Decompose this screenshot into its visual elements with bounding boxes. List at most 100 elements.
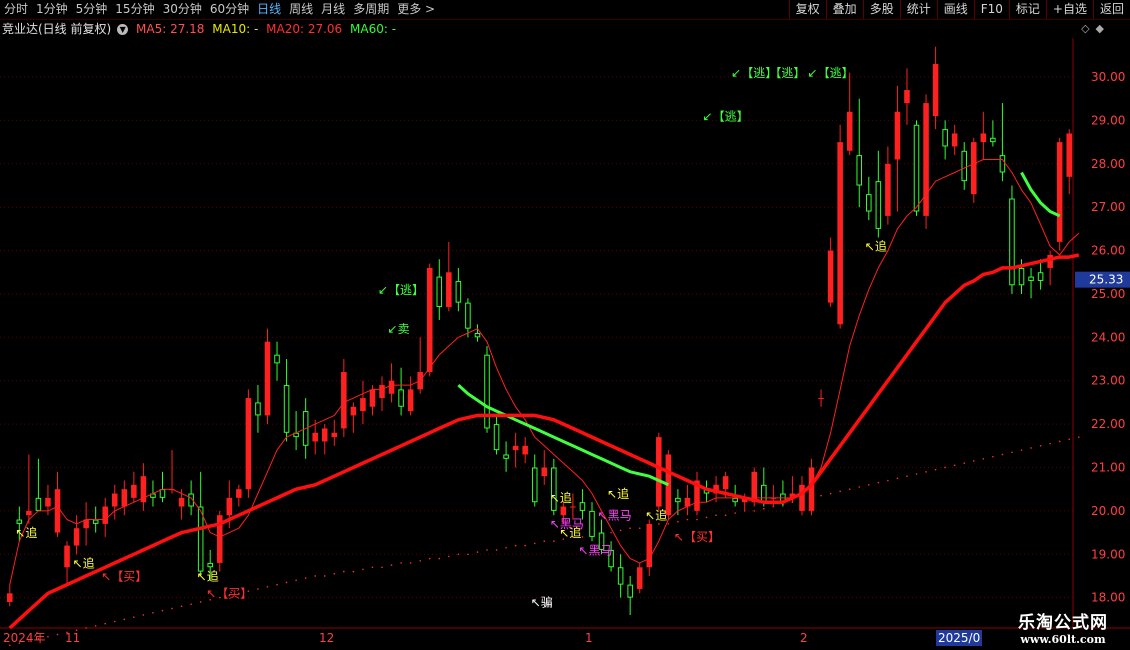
period-toolbar: 分时 1分钟 5分钟 15分钟 30分钟 60分钟 日线 周线 月线 多周期 更多 > 复权 叠加 多股… [0,0,1130,20]
ma-dot [734,512,736,514]
current-price-label: 25.33 [1089,273,1123,287]
candle-body [961,150,968,182]
tool-button-4[interactable]: 画线 [936,0,974,19]
candle-body [446,272,452,307]
tool-button-7[interactable]: +自选 [1045,0,1093,19]
ma-dot [953,464,956,467]
period-tabs: 分时 1分钟 5分钟 15分钟 30分钟 60分钟 日线 周线 月线 多周期 更多 > [4,0,443,19]
candle-body [388,380,395,394]
tab-1[interactable]: 1分钟 [36,0,68,19]
ma-dot [419,559,421,562]
price-tick-label: 22.00 [1091,417,1125,431]
ma-dot [428,557,431,560]
price-tick-label: 20.00 [1091,504,1125,518]
ma-dot [476,551,479,553]
indicator-info-bar: 竞业达(日线 前复权) ▼ MA5: 27.18 MA10: - MA20: 27… [0,20,1130,38]
ma-dot [152,612,154,614]
ma-dot [992,455,994,458]
ma-dot [85,627,87,629]
candle-body [646,523,653,568]
ma-dot [285,581,288,584]
candle-body [7,593,13,602]
candle-body [321,428,328,442]
ma-dot [963,462,966,464]
chevron-down-icon[interactable]: ▼ [117,24,129,35]
site-watermark: 乐淘公式网 www.60lt.com [1018,608,1108,646]
watermark-url: www.60lt.com [1020,633,1106,646]
candle-body [761,484,767,503]
ma-dot [1011,451,1013,454]
diamond-icons[interactable]: ◇◆ [1081,22,1110,35]
ma-dot [123,618,126,621]
candle-body [178,497,185,507]
ma-dot [1058,440,1061,443]
ma-dot [323,575,326,577]
candle-body [875,181,882,229]
ma-dot [686,518,689,521]
ma60-label: MA60: - [350,22,397,36]
ma-dot [190,603,192,605]
kline-chart[interactable]: 30.00 29.00 28.00 27.00 26.00 25.00 24.00 23.00… [0,38,1130,650]
ma-dot [524,544,526,547]
candle-body [503,454,509,459]
ma-dot [1001,453,1004,456]
tab-6[interactable]: 日线 [257,0,281,19]
tool-button-3[interactable]: 统计 [899,0,937,19]
price-tick-label: 25.00 [1091,287,1125,301]
tool-button-6[interactable]: 标记 [1008,0,1046,19]
price-tick-label: 24.00 [1091,330,1125,344]
tab-3[interactable]: 15分钟 [115,0,154,19]
ma-dot [352,570,355,573]
ma-long-line [8,253,1080,630]
watermark-title: 乐淘公式网 [1018,613,1108,633]
tab-8[interactable]: 月线 [321,0,345,19]
candle-body [92,519,99,524]
ma-dot [56,633,59,636]
candle-body [197,506,204,572]
tab-5[interactable]: 60分钟 [210,0,249,19]
ma-dot [677,520,679,523]
candle-body [722,476,729,490]
candle-body [207,562,213,568]
candle-body [226,497,233,516]
candle-body [837,142,843,325]
signal-label: ↙【逃】 [378,283,424,297]
tab-10[interactable]: 更多 > [397,0,435,19]
signal-label: ↖追 [15,525,37,540]
signal-label: ↖追 [197,568,219,583]
tool-button-8[interactable]: 返回 [1092,0,1130,19]
tool-button-5[interactable]: F10 [973,0,1009,19]
tool-button-2[interactable]: 多股 [862,0,900,19]
candle-body [465,302,471,329]
tool-button-0[interactable]: 复权 [788,0,826,19]
ma-dot [667,523,670,525]
ma-dot [94,625,97,627]
tab-9[interactable]: 多周期 [353,0,389,19]
ma-dot [658,523,660,525]
date-tick-label: 12 [319,631,334,645]
ma-dot [400,562,402,564]
ma-dot [142,614,145,616]
candle-body [856,155,863,186]
ma-dot [581,536,584,538]
ma-mid-line [457,171,1061,487]
ma-dot [553,540,555,543]
candle-body [579,502,586,511]
ma-dot [972,460,975,462]
tab-2[interactable]: 5分钟 [76,0,108,19]
candle-body [45,497,51,507]
candle-body [541,467,548,477]
date-tick-label: 11 [65,631,80,645]
candle-body [913,124,920,212]
candle-body [627,584,633,598]
tab-7[interactable]: 周线 [289,0,313,19]
candle-body [274,354,280,364]
tool-button-1[interactable]: 叠加 [825,0,863,19]
tab-0[interactable]: 分时 [4,0,28,19]
ma-dot [266,585,269,588]
ma-dot [934,468,937,471]
ma-dot [438,557,441,560]
tab-4[interactable]: 30分钟 [163,0,202,19]
ma-dot [104,622,107,625]
ma-dot [457,553,460,556]
